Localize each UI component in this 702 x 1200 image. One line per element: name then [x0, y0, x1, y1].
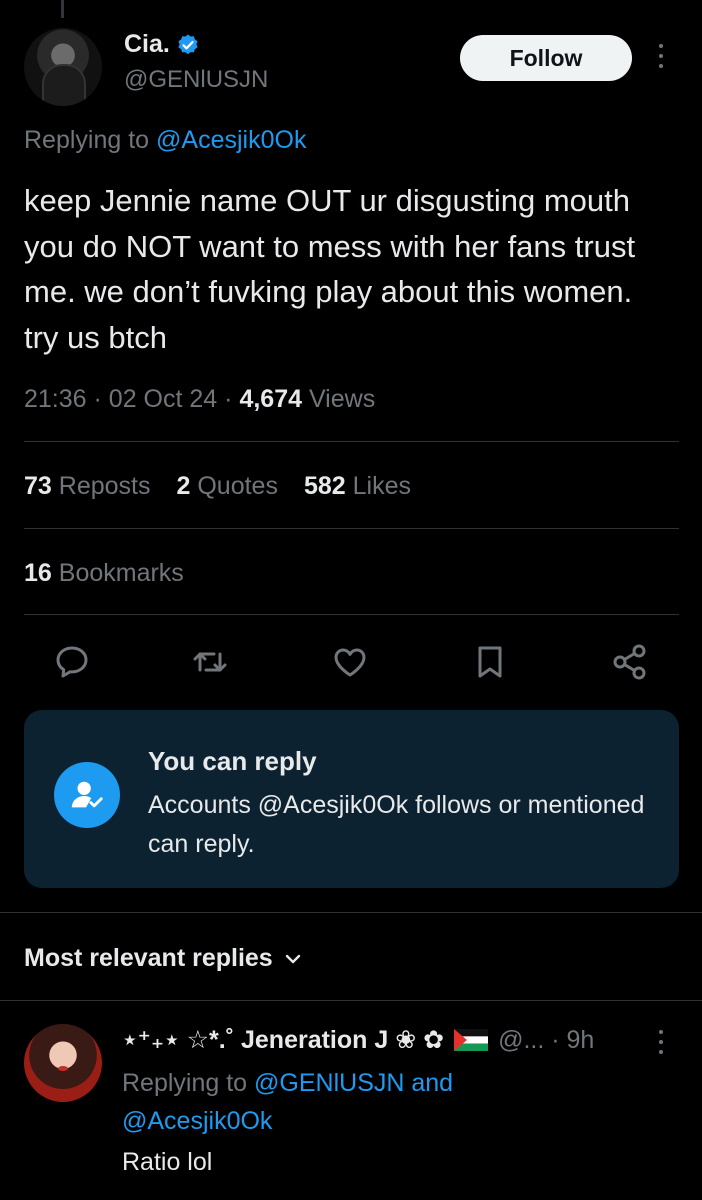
repost-icon[interactable] [190, 642, 230, 682]
palestine-flag-icon [454, 1029, 489, 1051]
reply-restriction-icon [54, 762, 120, 828]
reply-text: Ratio lol [122, 1148, 213, 1176]
quotes-count: 2 [176, 472, 191, 500]
author-avatar[interactable] [24, 28, 102, 106]
author-name-row: Cia. [124, 30, 200, 59]
divider [24, 441, 679, 442]
reposts-label: Reposts [58, 472, 151, 500]
share-icon[interactable] [610, 642, 650, 682]
section-divider [0, 912, 702, 913]
views-label: Views [308, 385, 376, 413]
verified-badge-icon [176, 33, 200, 57]
likes-stat[interactable]: 582 Likes [304, 472, 411, 501]
replying-to: Replying to @Acesjik0Ok [24, 126, 306, 155]
replies-sort-label: Most relevant replies [24, 944, 273, 972]
meta-separator: · [93, 385, 102, 413]
bookmarks-label: Bookmarks [58, 559, 184, 587]
reply-divider [0, 1000, 702, 1001]
tweet-time[interactable]: 21:36 [24, 385, 87, 413]
follow-button[interactable]: Follow [460, 35, 632, 81]
reply-card-description: Accounts @Acesjik0Ok follows or mentione… [148, 791, 645, 858]
divider [24, 614, 679, 615]
replying-mention-link[interactable]: @Acesjik0Ok [156, 126, 306, 154]
reposts-stat[interactable]: 73 Reposts [24, 472, 150, 501]
reply-and-text: and [411, 1069, 454, 1097]
more-options-icon[interactable] [655, 44, 667, 74]
like-icon[interactable] [330, 642, 370, 682]
reply-header: ⋆⁺₊⋆ ☆*.˚ Jeneration J ❀ ✿ @... · 9h [122, 1025, 594, 1055]
reply-avatar[interactable] [24, 1024, 102, 1102]
bookmarks-stat[interactable]: 16 Bookmarks [24, 559, 184, 588]
reply-mention-link[interactable]: @GENlUSJN [254, 1069, 404, 1097]
tweet-text: keep Jennie name OUT ur disgusting mouth… [24, 183, 636, 355]
replying-prefix: Replying to [24, 126, 150, 154]
reply-more-options-icon[interactable] [655, 1030, 667, 1060]
likes-count: 582 [303, 472, 346, 500]
likes-label: Likes [352, 472, 411, 500]
reply-mention-link[interactable]: @Acesjik0Ok [122, 1107, 272, 1135]
reply-icon[interactable] [52, 642, 92, 682]
bookmark-icon[interactable] [470, 642, 510, 682]
thread-line [61, 0, 64, 18]
bookmarks-count: 16 [24, 559, 52, 587]
meta-separator: · [224, 385, 233, 413]
replies-sort-dropdown[interactable]: Most relevant replies [24, 944, 303, 973]
divider [24, 528, 679, 529]
reply-replying-prefix: Replying to [122, 1069, 248, 1097]
quotes-label: Quotes [197, 472, 278, 500]
views-count: 4,674 [239, 385, 302, 413]
tweet-detail-page: Cia. @GENlUSJN Follow Replying to @Acesj… [0, 0, 702, 1200]
reply-replying-to: Replying to @GENlUSJN and @Acesjik0Ok [122, 1064, 662, 1140]
reply-card-title: You can reply [148, 746, 317, 776]
quotes-stat[interactable]: 2 Quotes [176, 472, 277, 501]
reposts-count: 73 [24, 472, 52, 500]
tweet-meta: 21:36 · 02 Oct 24 · 4,674 Views [24, 385, 375, 414]
chevron-down-icon [285, 954, 300, 963]
engagement-stats: 73 Reposts 2 Quotes 582 Likes [24, 472, 411, 501]
tweet-date[interactable]: 02 Oct 24 [109, 385, 217, 413]
reply-restriction-card: You can reply Accounts @Acesjik0Ok follo… [24, 710, 679, 888]
author-handle[interactable]: @GENlUSJN [124, 66, 268, 94]
author-name[interactable]: Cia. [124, 30, 170, 59]
reply-handle-time: @... · 9h [498, 1025, 595, 1054]
reply-author-name[interactable]: ⋆⁺₊⋆ ☆*.˚ Jeneration J ❀ ✿ [122, 1025, 444, 1055]
